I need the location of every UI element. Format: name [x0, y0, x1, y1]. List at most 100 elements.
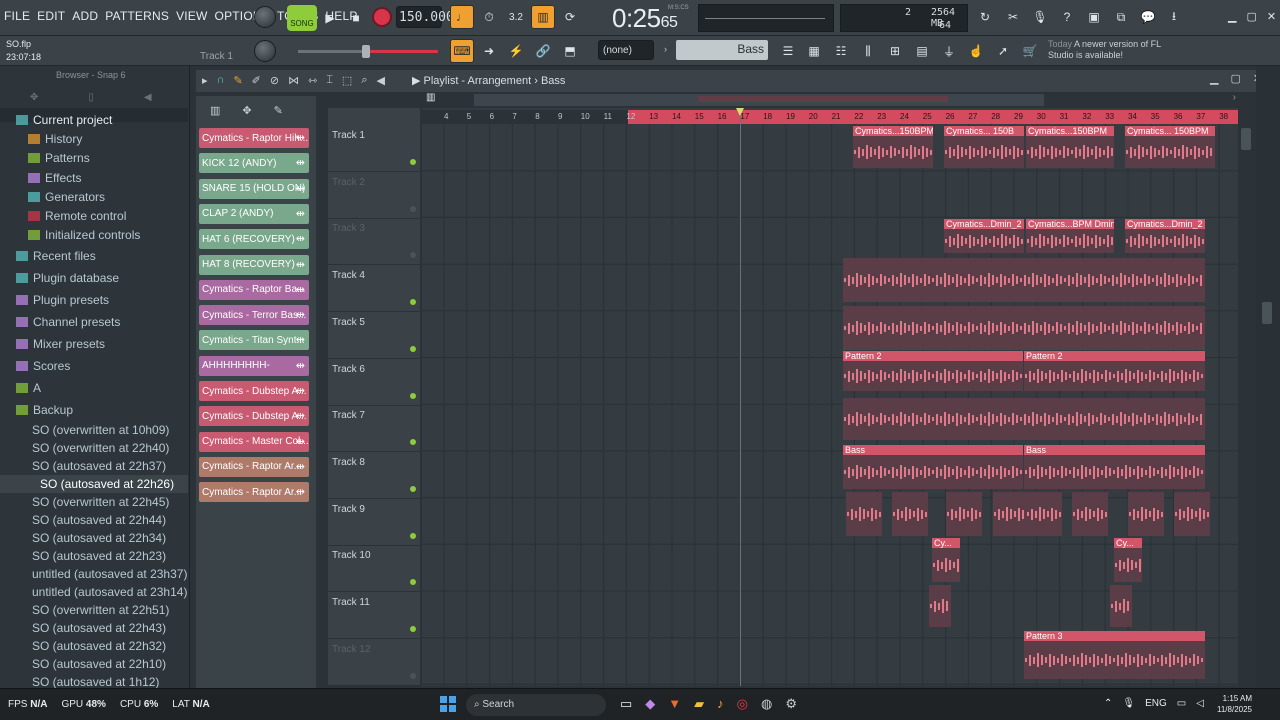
playlist-minimize-icon[interactable]: ▁ — [1210, 72, 1218, 85]
browser-item[interactable]: Recent files — [0, 245, 188, 267]
stop-button[interactable]: ■ — [344, 6, 368, 30]
track-mute-led[interactable] — [410, 579, 416, 586]
backup-file-item[interactable]: SO (overwritten at 22h51) — [0, 601, 188, 619]
backup-file-item[interactable]: SO (overwritten at 10h09) — [0, 421, 188, 439]
channel-button[interactable]: HAT 8 (RECOVERY) ⇹ — [199, 254, 309, 275]
taskbar-search[interactable]: ⌕ Search — [466, 694, 606, 716]
loop-record-button[interactable]: ⟳ — [558, 5, 582, 29]
maximize-icon[interactable]: ▢ — [1246, 10, 1256, 23]
backup-file-item[interactable]: SO (autosaved at 22h43) — [0, 619, 188, 637]
backup-file-item[interactable]: SO (autosaved at 22h34) — [0, 529, 188, 547]
menu-view[interactable]: VIEW — [176, 9, 207, 23]
channel-route-icon[interactable]: ⇹ — [296, 258, 305, 271]
master-pitch-knob[interactable] — [254, 40, 276, 62]
magnet-icon[interactable]: ∩ — [217, 74, 225, 87]
cart-button[interactable]: 🛒 — [1018, 39, 1042, 63]
track-mute-led[interactable] — [410, 345, 416, 352]
track-header[interactable]: Track 7 — [328, 406, 420, 453]
channel-route-icon[interactable]: ⇹ — [296, 283, 305, 296]
browser-item[interactable]: Backup — [0, 399, 188, 421]
track-mute-led[interactable] — [410, 672, 416, 679]
browser-item[interactable]: Scores — [0, 355, 188, 377]
track-mute-led[interactable] — [410, 299, 416, 306]
master-pitch-slider[interactable] — [298, 45, 438, 58]
cut-button[interactable]: ✂ — [1001, 5, 1025, 29]
piano-roll-view-button[interactable]: ⫼ — [856, 39, 880, 63]
track-header[interactable]: Track 10 — [328, 546, 420, 593]
menu-file[interactable]: FILE — [4, 9, 30, 23]
clock[interactable]: 1:15 AM 11/8/2025 — [1212, 693, 1252, 715]
backup-file-item[interactable]: SO (autosaved at 22h44) — [0, 511, 188, 529]
scroll-right-icon[interactable]: › — [1233, 92, 1236, 103]
channel-button[interactable]: SNARE 15 (HOLD ON) ⇹ — [199, 178, 309, 199]
channel-button[interactable]: Cymatics - Titan Synt... ⇹ — [199, 330, 309, 351]
play-button[interactable]: ▶ — [318, 6, 342, 30]
channel-route-icon[interactable]: ⇹ — [296, 485, 305, 498]
network-icon[interactable]: ▭ — [1177, 698, 1186, 709]
backup-file-item[interactable]: SO (overwritten at 22h40) — [0, 439, 188, 457]
menu-arrow-icon[interactable]: ▸ — [202, 74, 208, 87]
track-mute-led[interactable] — [410, 626, 416, 632]
channel-route-icon[interactable]: ⇹ — [296, 409, 305, 422]
piano-roll-button[interactable]: ⌨ — [450, 39, 474, 63]
arrow-button[interactable]: ➜ — [477, 39, 501, 63]
track-header[interactable]: Track 2 — [328, 173, 420, 219]
track-header[interactable]: Track 12 — [328, 640, 420, 686]
delete-icon[interactable]: ⊘ — [270, 74, 279, 87]
rack-pencil-icon[interactable]: ✎ — [274, 104, 283, 117]
browser-item[interactable]: History — [0, 129, 188, 148]
speaker-icon[interactable]: ◀ — [144, 92, 152, 103]
browser-item[interactable]: Channel presets — [0, 311, 188, 333]
chat-button[interactable]: 💬 — [1136, 5, 1160, 29]
browser-item[interactable]: Mixer presets — [0, 333, 188, 355]
help-button[interactable]: ? — [1055, 5, 1079, 29]
copilot-icon[interactable]: ◆ — [645, 696, 655, 712]
expand-icon[interactable]: ✥ — [30, 92, 38, 103]
pattern-name-field[interactable]: Bass — [676, 40, 768, 60]
track-mute-led[interactable] — [410, 159, 416, 165]
browser-item[interactable]: Current project — [0, 110, 188, 129]
track-header[interactable]: Track 1 — [328, 126, 420, 172]
tray-chevron-icon[interactable]: ⌃ — [1104, 698, 1112, 709]
pencil-icon[interactable]: ✎ — [233, 74, 242, 87]
channel-button[interactable]: Cymatics - Master Col... ⇹ — [199, 431, 309, 452]
undo-history-button[interactable]: ↻ — [973, 5, 997, 29]
browser-item[interactable]: Patterns — [0, 149, 188, 168]
channel-route-icon[interactable]: ⇹ — [296, 232, 305, 245]
brave-icon[interactable]: ▼ — [668, 696, 681, 712]
rack-move-icon[interactable]: ✥ — [242, 104, 251, 117]
mic-tray-icon[interactable]: 🎙 — [1122, 698, 1135, 709]
playlist-scrollbar[interactable] — [1238, 124, 1254, 686]
stamp-button[interactable]: ⬒ — [558, 39, 582, 63]
backup-file-item[interactable]: SO (overwritten at 22h45) — [0, 493, 188, 511]
track-header[interactable]: Track 8 — [328, 453, 420, 499]
file-button[interactable]: ▤ — [910, 39, 934, 63]
channel-route-icon[interactable]: ⇹ — [296, 308, 305, 321]
menu-edit[interactable]: EDIT — [37, 9, 65, 23]
channel-route-icon[interactable]: ⇹ — [296, 435, 305, 448]
track-mute-led[interactable] — [410, 532, 416, 539]
scroll-left-icon[interactable]: ‹ — [428, 92, 431, 103]
rack-grid-icon[interactable]: ▥ — [210, 104, 220, 117]
news-panel[interactable]: Today A newer version of FL Studio is av… — [1048, 39, 1178, 61]
backup-file-item[interactable]: SO (autosaved at 22h32) — [0, 637, 188, 655]
browser-item[interactable]: Remote control — [0, 206, 188, 225]
countdown-button[interactable]: 3.2 — [504, 5, 528, 29]
track-mute-led[interactable] — [410, 205, 416, 212]
pattern-selector[interactable]: (none) — [598, 40, 654, 60]
channel-route-icon[interactable]: ⇹ — [296, 460, 305, 473]
backup-file-item[interactable]: SO (autosaved at 22h26) — [0, 475, 188, 494]
track-header[interactable]: Track 11 — [328, 593, 420, 639]
app-globe-icon[interactable]: ◍ — [761, 696, 772, 712]
close-icon[interactable]: ✕ — [1267, 10, 1276, 23]
menu-add[interactable]: ADD — [72, 9, 98, 23]
backup-file-item[interactable]: SO (autosaved at 22h37) — [0, 457, 188, 475]
browser-view-button[interactable]: ⊞ — [883, 39, 907, 63]
download-button[interactable]: ⭳ — [1162, 5, 1186, 29]
plugin-picker-button[interactable]: ⏚ — [937, 39, 961, 63]
backup-file-item[interactable]: SO (autosaved at 22h23) — [0, 547, 188, 565]
browser-item[interactable]: Generators — [0, 187, 188, 206]
backup-file-item[interactable]: untitled (autosaved at 23h37) — [0, 565, 188, 583]
fl-studio-icon[interactable]: ♪ — [717, 696, 724, 712]
channel-rack-button[interactable]: ▦ — [802, 39, 826, 63]
